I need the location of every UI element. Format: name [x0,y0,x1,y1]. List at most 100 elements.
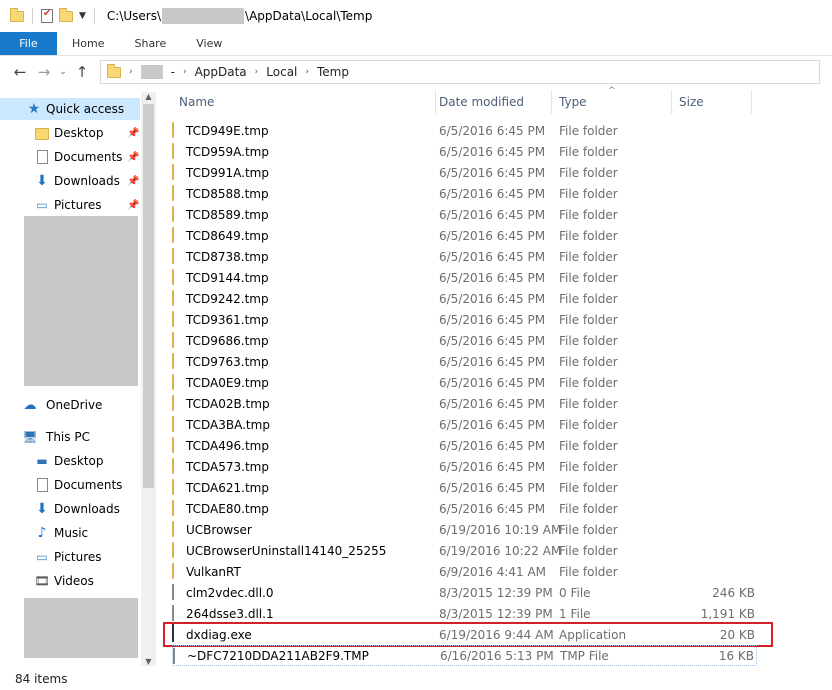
nav-item-this-pc[interactable]: 🖥 This PC [0,426,140,448]
file-row[interactable]: TCD9361.tmp 6/5/2016 6:45 PM File folder [172,309,757,330]
nav-item-pc-videos[interactable]: 🎞 Videos [0,570,140,592]
breadcrumb-chevron-icon[interactable]: › [305,67,309,77]
folder-icon [172,416,186,432]
file-type: File folder [559,375,618,390]
file-row[interactable]: TCD8738.tmp 6/5/2016 6:45 PM File folder [172,246,757,267]
cloud-icon: ☁ [23,397,37,413]
file-type: 1 File [559,606,591,621]
nav-item-pc-documents[interactable]: Documents [0,474,140,496]
nav-item-pc-pictures[interactable]: ▭ Pictures [0,546,140,568]
videos-icon: 🎞 [34,574,50,588]
forward-arrow-icon[interactable]: → [32,63,56,81]
tab-file[interactable]: File [0,32,57,55]
nav-item-pc-desktop[interactable]: ▬ Desktop [0,450,140,472]
file-row[interactable]: TCD9242.tmp 6/5/2016 6:45 PM File folder [172,288,757,309]
file-row[interactable]: clm2vdec.dll.0 8/3/2015 12:39 PM 0 File 246… [172,582,757,603]
nav-item-pc-downloads[interactable]: ⬇ Downloads [0,498,140,520]
file-name: TCD959A.tmp [186,144,269,159]
breadcrumb-temp[interactable]: Temp [317,65,349,79]
file-row[interactable]: TCD959A.tmp 6/5/2016 6:45 PM File folder [172,141,757,162]
ribbon-tabs: File Home Share View [0,32,832,56]
file-type: File folder [559,144,618,159]
file-row[interactable]: dxdiag.exe 6/19/2016 9:44 AM Application 20… [172,624,757,645]
nav-item-pc-music[interactable]: ♪ Music [0,522,140,544]
file-date-modified: 6/9/2016 4:41 AM [439,564,547,579]
nav-item-documents[interactable]: Documents 📌 [0,146,140,168]
file-name: TCDA0E9.tmp [186,375,269,390]
pin-icon: 📌 [127,175,140,187]
nav-item-label: Pictures [54,198,102,212]
file-row[interactable]: TCD8589.tmp 6/5/2016 6:45 PM File folder [172,204,757,225]
customize-toolbar-dropdown-icon[interactable]: ▼ [79,11,86,21]
file-row[interactable]: 264dsse3.dll.1 8/3/2015 12:39 PM 1 File 1,1… [172,603,757,624]
file-row[interactable]: UCBrowserUninstall14140_25255 6/19/2016 1… [172,540,757,561]
file-row[interactable]: TCDA573.tmp 6/5/2016 6:45 PM File folder [172,456,757,477]
documents-icon [34,477,50,493]
properties-icon[interactable] [41,8,53,23]
file-date-modified: 6/5/2016 6:45 PM [439,123,546,138]
file-name: UCBrowserUninstall14140_25255 [186,543,387,558]
breadcrumb-chevron-icon[interactable]: › [183,67,187,77]
nav-item-label: OneDrive [46,398,103,412]
nav-item-label: Downloads [54,174,120,188]
file-type: File folder [559,480,618,495]
file-row[interactable]: TCD8588.tmp 6/5/2016 6:45 PM File folder [172,183,757,204]
recent-locations-chevron-icon[interactable]: ⌄ [56,67,70,77]
file-row[interactable]: TCDA621.tmp 6/5/2016 6:45 PM File folder [172,477,757,498]
file-type: File folder [559,522,618,537]
tab-share[interactable]: Share [119,32,181,55]
file-row[interactable]: TCDA3BA.tmp 6/5/2016 6:45 PM File folder [172,414,757,435]
column-header-name[interactable]: Name [172,90,436,114]
breadcrumb-chevron-icon[interactable]: › [255,67,259,77]
file-row[interactable]: TCD9686.tmp 6/5/2016 6:45 PM File folder [172,330,757,351]
nav-pane-scrollbar[interactable]: ▲ ▼ [141,92,156,666]
nav-item-pictures[interactable]: ▭ Pictures 📌 [0,194,140,216]
nav-item-label: Music [54,526,89,540]
column-header-size[interactable]: Size [672,90,752,114]
nav-item-onedrive[interactable]: ☁ OneDrive [0,394,140,416]
nav-item-label: This PC [46,430,90,444]
tab-view[interactable]: View [181,32,237,55]
navigation-bar: ← → ⌄ ↑ › - › AppData › Local › Temp [0,57,832,87]
file-row[interactable]: TCD949E.tmp 6/5/2016 6:45 PM File folder [172,120,757,141]
breadcrumb-separator: - [170,65,175,79]
file-date-modified: 6/5/2016 6:45 PM [439,270,546,285]
new-folder-icon[interactable] [59,7,73,22]
breadcrumb-chevron-icon[interactable]: › [129,67,133,77]
file-row[interactable]: TCD9144.tmp 6/5/2016 6:45 PM File folder [172,267,757,288]
file-type: File folder [559,207,618,222]
file-row[interactable]: TCD8649.tmp 6/5/2016 6:45 PM File folder [172,225,757,246]
file-row[interactable]: TCD9763.tmp 6/5/2016 6:45 PM File folder [172,351,757,372]
up-arrow-icon[interactable]: ↑ [70,63,94,81]
file-row[interactable]: ~DFC7210DDA211AB2F9.TMP 6/16/2016 5:13 PM… [172,645,757,666]
file-row[interactable]: TCDA0E9.tmp 6/5/2016 6:45 PM File folder [172,372,757,393]
address-bar[interactable]: › - › AppData › Local › Temp [100,60,820,84]
file-row[interactable]: TCDA02B.tmp 6/5/2016 6:45 PM File folder [172,393,757,414]
folder-icon [172,458,186,474]
file-type: File folder [559,312,618,327]
file-row[interactable]: VulkanRT 6/9/2016 4:41 AM File folder [172,561,757,582]
scroll-up-arrow-icon[interactable]: ▲ [141,92,156,101]
breadcrumb-appdata[interactable]: AppData [195,65,247,79]
file-row[interactable]: TCDAE80.tmp 6/5/2016 6:45 PM File folder [172,498,757,519]
file-name: TCD9686.tmp [186,333,269,348]
column-header-date[interactable]: Date modified [432,90,552,114]
downloads-icon: ⬇ [36,501,48,517]
title-bar: ▼ C:\Users\ \AppData\Local\Temp [0,0,832,32]
file-row[interactable]: TCDA496.tmp 6/5/2016 6:45 PM File folder [172,435,757,456]
file-type: File folder [559,228,618,243]
nav-item-quick-access[interactable]: ★ Quick access [0,98,140,120]
tab-home[interactable]: Home [57,32,119,55]
scroll-down-arrow-icon[interactable]: ▼ [141,657,156,666]
file-date-modified: 6/5/2016 6:45 PM [439,333,546,348]
nav-item-downloads[interactable]: ⬇ Downloads 📌 [0,170,140,192]
file-type: Application [559,627,627,642]
file-row[interactable]: TCD991A.tmp 6/5/2016 6:45 PM File folder [172,162,757,183]
scrollbar-thumb[interactable] [143,104,154,488]
title-path-suffix: \AppData\Local\Temp [245,9,373,23]
nav-item-desktop[interactable]: Desktop 📌 [0,122,140,144]
file-row[interactable]: UCBrowser 6/19/2016 10:19 AM File folder [172,519,757,540]
back-arrow-icon[interactable]: ← [8,63,32,81]
file-name: TCD9763.tmp [186,354,269,369]
breadcrumb-local[interactable]: Local [266,65,297,79]
